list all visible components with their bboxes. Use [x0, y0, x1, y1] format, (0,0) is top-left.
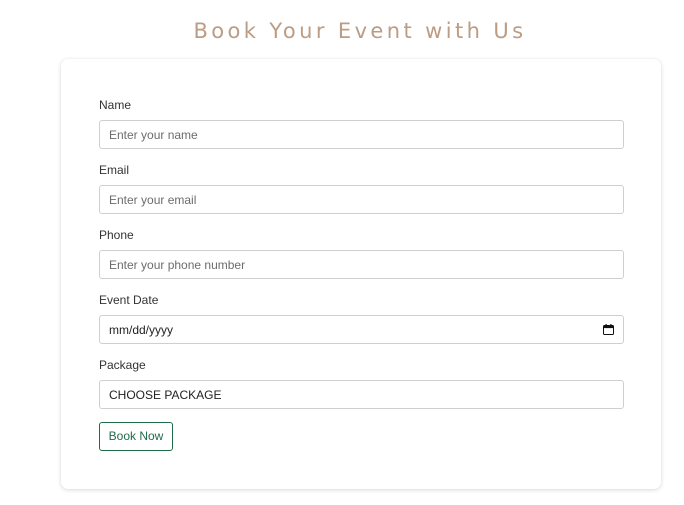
package-select[interactable]: CHOOSE PACKAGE	[99, 380, 624, 409]
name-field-group: Name	[99, 97, 624, 149]
package-label: Package	[99, 358, 146, 372]
booking-form-card: Name Email Phone Event Date mm/dd/yyyy	[61, 59, 661, 489]
page: Book Your Event with Us Name Email Phone…	[0, 0, 684, 505]
page-title: Book Your Event with Us	[193, 19, 527, 43]
book-now-button[interactable]: Book Now	[99, 422, 173, 451]
email-input[interactable]	[99, 185, 624, 214]
package-field-group: Package CHOOSE PACKAGE	[99, 357, 624, 409]
calendar-icon[interactable]	[603, 324, 614, 335]
email-field-group: Email	[99, 162, 624, 214]
name-input[interactable]	[99, 120, 624, 149]
phone-label: Phone	[99, 228, 134, 242]
name-label: Name	[99, 98, 132, 112]
event-date-input[interactable]: mm/dd/yyyy	[99, 315, 624, 344]
phone-field-group: Phone	[99, 227, 624, 279]
phone-input[interactable]	[99, 250, 624, 279]
event-date-field-group: Event Date mm/dd/yyyy	[99, 292, 624, 344]
package-selected-value: CHOOSE PACKAGE	[109, 387, 222, 402]
email-label: Email	[99, 163, 130, 177]
event-date-label: Event Date	[99, 293, 159, 307]
event-date-value: mm/dd/yyyy	[109, 322, 174, 337]
